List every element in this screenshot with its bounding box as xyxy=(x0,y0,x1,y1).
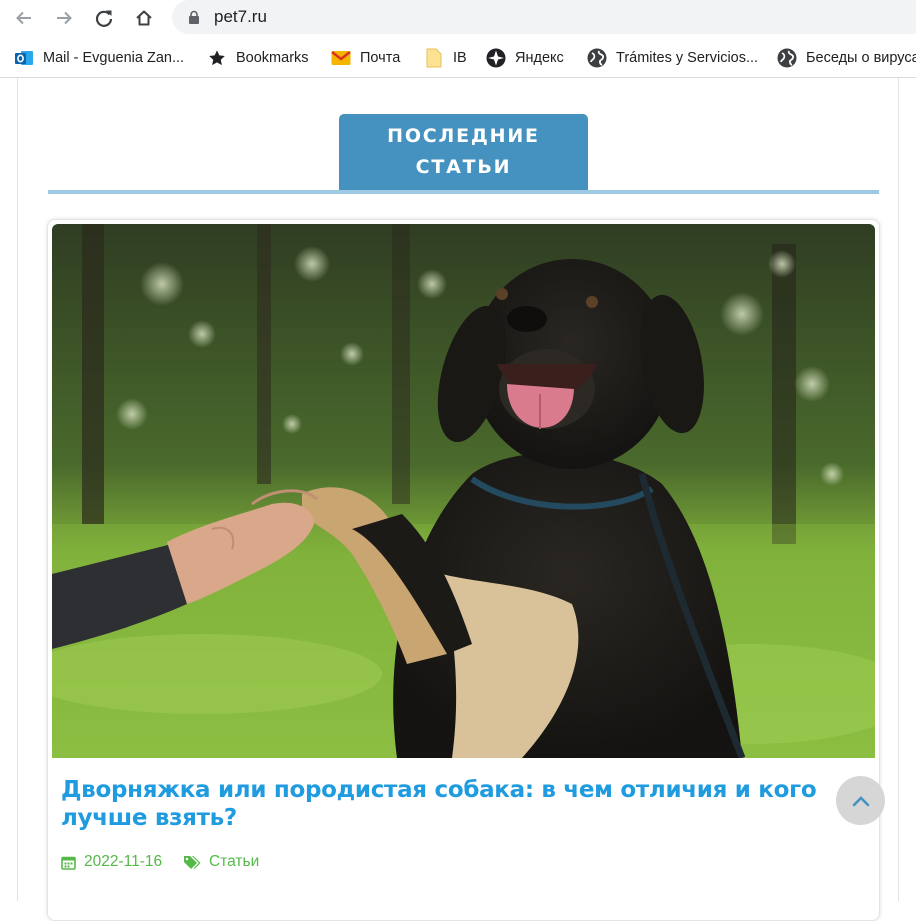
bookmark-bookmarks[interactable]: Bookmarks xyxy=(207,47,309,69)
compass-icon xyxy=(486,48,506,68)
bookmark-tramites[interactable]: Trámites y Servicios... xyxy=(587,47,758,69)
section-divider xyxy=(48,190,879,194)
globe-icon xyxy=(587,48,607,68)
star-icon xyxy=(207,48,227,68)
arrow-left-icon xyxy=(16,11,31,25)
outlook-icon xyxy=(14,48,34,68)
bookmark-label: Mail - Evguenia Zan... xyxy=(43,50,185,66)
home-button[interactable] xyxy=(131,5,157,31)
chevron-up-icon xyxy=(852,795,869,806)
article-date: 2022-11-16 xyxy=(61,852,162,872)
article-title-link[interactable]: Дворняжка или породистая собака: в чем о… xyxy=(61,776,841,832)
article-image[interactable] xyxy=(52,224,875,758)
bookmark-label: IB xyxy=(453,50,467,66)
bookmark-label: Почта xyxy=(360,50,401,66)
bookmark-ib[interactable]: IB xyxy=(424,47,467,69)
reload-icon xyxy=(95,10,113,27)
forward-button[interactable] xyxy=(51,5,77,31)
gmail-icon xyxy=(331,48,351,68)
bookmarks-bar: Mail - Evguenia Zan... Bookmarks Почта I… xyxy=(0,38,916,78)
article-date-text: 2022-11-16 xyxy=(84,853,163,870)
url-text: pet7.ru xyxy=(214,7,267,26)
bookmark-label: Яндекс xyxy=(515,50,564,66)
bookmark-pochta[interactable]: Почта xyxy=(331,47,400,69)
folder-icon xyxy=(424,48,444,68)
dog-photo xyxy=(52,224,875,758)
bookmark-label: Trámites y Servicios... xyxy=(616,50,759,66)
back-button[interactable] xyxy=(11,5,37,31)
scroll-to-top-button[interactable] xyxy=(836,776,885,825)
section-tab-latest-articles: ПОСЛЕДНИЕ СТАТЬИ xyxy=(339,114,588,190)
globe-icon xyxy=(777,48,797,68)
article-category-link[interactable]: Статьи xyxy=(209,853,259,871)
tags-icon xyxy=(184,855,201,869)
article-category[interactable]: Статьи xyxy=(183,852,259,872)
section-title-line1: ПОСЛЕДНИЕ xyxy=(387,125,540,147)
bookmark-besedy[interactable]: Беседы о вирусах xyxy=(777,47,916,69)
calendar-icon xyxy=(61,856,76,870)
bookmark-label: Беседы о вирусах xyxy=(806,50,916,66)
browser-toolbar: pet7.ru xyxy=(0,0,916,36)
bookmark-mail[interactable]: Mail - Evguenia Zan... xyxy=(14,47,184,69)
address-bar[interactable]: pet7.ru xyxy=(172,0,916,34)
arrow-right-icon xyxy=(57,11,72,25)
bookmark-label: Bookmarks xyxy=(236,50,309,66)
section-title-line2: СТАТЬИ xyxy=(415,156,512,178)
lock-icon xyxy=(189,10,199,24)
bookmark-yandex[interactable]: Яндекс xyxy=(486,47,564,69)
reload-button[interactable] xyxy=(91,5,117,31)
home-icon xyxy=(136,10,152,26)
